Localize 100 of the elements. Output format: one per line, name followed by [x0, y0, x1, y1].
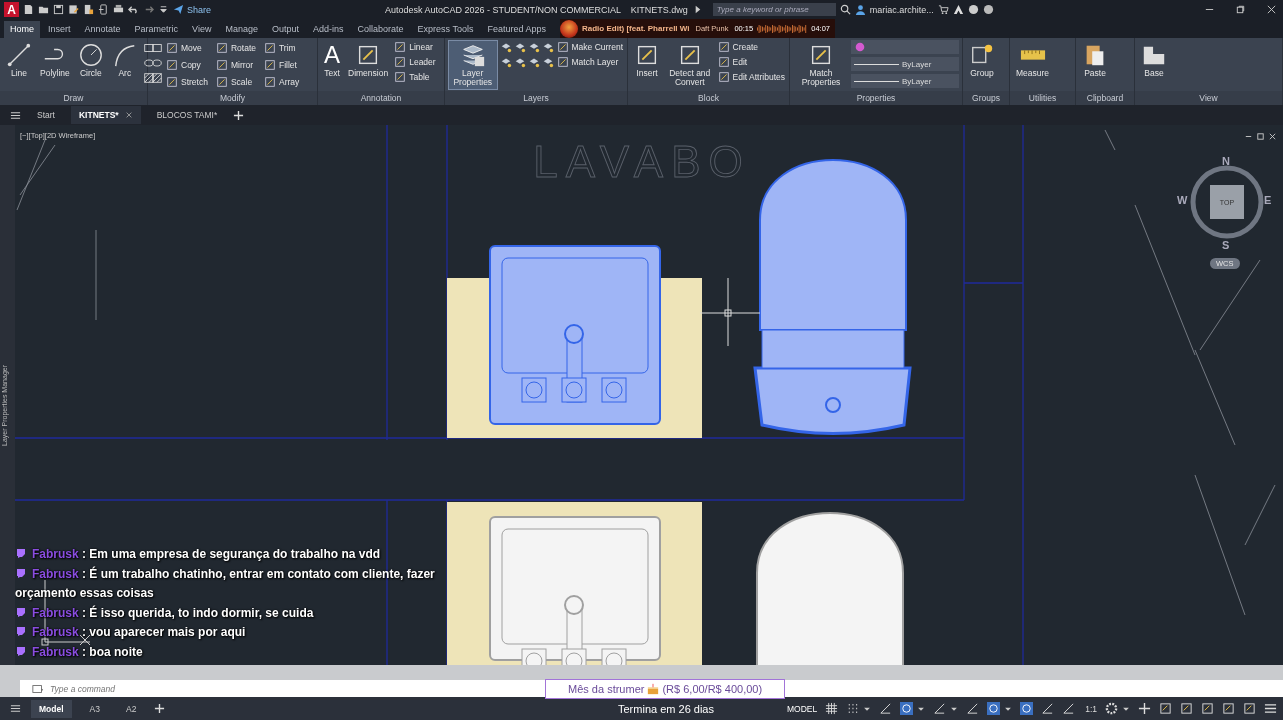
cart-icon[interactable] — [937, 4, 949, 15]
ribbon-tab[interactable]: View — [186, 21, 218, 38]
ribbon-tool-button[interactable]: Leader — [393, 55, 437, 69]
angle-icon[interactable] — [966, 702, 980, 715]
ribbon-tab[interactable]: Collaborate — [351, 21, 410, 38]
ribbon-tool-button[interactable]: Layer Properties — [448, 40, 498, 90]
rectangle-icon[interactable] — [142, 42, 155, 54]
ribbon-tab[interactable]: Featured Apps — [481, 21, 552, 38]
panel-title[interactable]: View — [1135, 91, 1282, 105]
grid-icon[interactable] — [825, 702, 839, 715]
document-tab[interactable]: BLOCOS TAMI* — [148, 106, 226, 124]
user-icon[interactable] — [854, 4, 866, 15]
layer-tool-icon[interactable] — [541, 41, 554, 53]
ribbon-tool-button[interactable]: Array — [263, 75, 301, 89]
ellipse-icon[interactable] — [151, 57, 163, 69]
ribbon-tab[interactable]: Manage — [219, 21, 264, 38]
ribbon-tool-button[interactable]: Match Layer — [555, 55, 620, 69]
layout-tab[interactable]: A2 — [117, 699, 145, 718]
ribbon-tab[interactable]: Output — [265, 21, 305, 38]
redo-icon[interactable] — [143, 4, 154, 15]
ribbon-tool-button[interactable]: Measure — [1013, 40, 1053, 81]
linetype-dropdown[interactable]: ByLayer — [851, 74, 959, 88]
rectangle-icon[interactable] — [151, 42, 163, 54]
restore-icon[interactable] — [1256, 132, 1265, 141]
ribbon-tab[interactable]: Parametric — [128, 21, 185, 38]
document-tab[interactable]: Start — [29, 106, 63, 124]
ribbon-tool-button[interactable]: Table — [393, 70, 431, 84]
panel-title[interactable]: Groups — [963, 91, 1009, 105]
open-folder-icon[interactable] — [38, 4, 49, 15]
ribbon-tool-button[interactable]: Rotate — [214, 41, 257, 55]
ribbon-tool-button[interactable]: Stretch — [165, 75, 209, 89]
layer-tool-icon[interactable] — [513, 41, 526, 53]
object-snap-icon[interactable] — [987, 702, 1001, 715]
ribbon-tool-button[interactable]: Group — [966, 40, 998, 81]
ribbon-tab[interactable]: Express Tools — [411, 21, 480, 38]
layout-tab[interactable]: Model — [31, 699, 72, 718]
settings-icon[interactable] — [1105, 702, 1118, 715]
share-button[interactable]: Share — [173, 4, 212, 15]
compass-direction[interactable]: S — [1222, 239, 1230, 251]
ribbon-tool-button[interactable]: Make Current — [555, 40, 624, 54]
ribbon-tool-button[interactable]: Polyline — [37, 40, 73, 81]
panel-title[interactable]: Utilities — [1010, 91, 1075, 105]
ribbon-tab[interactable]: Add-ins — [307, 21, 350, 38]
menu-icon[interactable] — [10, 109, 21, 121]
ribbon-tool-button[interactable]: Detect and Convert — [665, 40, 715, 90]
ribbon-tool-button[interactable]: Move — [165, 41, 203, 55]
layer-tool-icon[interactable] — [499, 41, 512, 53]
close-icon[interactable] — [1268, 132, 1277, 141]
document-tab[interactable]: KITNETS* — [70, 106, 141, 124]
layer-tool-icon[interactable] — [499, 56, 512, 68]
toilet-drawing[interactable] — [756, 512, 904, 665]
share-file-icon[interactable] — [98, 4, 109, 15]
search-field[interactable]: Type a keyword or phrase — [712, 3, 836, 16]
ribbon-tool-button[interactable]: Fillet — [263, 58, 298, 72]
panel-title[interactable]: Modify — [148, 91, 317, 105]
compass-direction[interactable]: N — [1222, 155, 1230, 167]
app-logo[interactable]: A — [4, 2, 19, 17]
layer-tool-icon[interactable] — [541, 56, 554, 68]
ribbon-tool-button[interactable]: Copy — [165, 58, 202, 72]
panel-title[interactable]: Block — [628, 91, 789, 105]
ribbon-tool-button[interactable]: Paste — [1079, 40, 1111, 81]
polar-icon[interactable] — [900, 702, 914, 715]
ellipse-icon[interactable] — [142, 57, 155, 69]
undo-icon[interactable] — [128, 4, 139, 15]
layout-tab[interactable]: A3 — [81, 699, 108, 718]
dot-grid-icon[interactable] — [846, 702, 860, 715]
ribbon-tool-button[interactable]: Scale — [214, 75, 254, 89]
menu-icon[interactable] — [10, 703, 21, 714]
panel-title[interactable]: Properties — [790, 91, 962, 105]
publish-icon[interactable] — [83, 4, 94, 15]
plus-icon[interactable] — [1138, 702, 1151, 715]
ribbon-tab[interactable]: Annotate — [78, 21, 127, 38]
compass-direction[interactable]: W — [1177, 194, 1188, 206]
model-space-toggle[interactable]: MODEL — [786, 703, 818, 714]
annotation-scale[interactable]: 1:1 — [1085, 703, 1097, 714]
ribbon-tool-button[interactable]: Base — [1138, 40, 1170, 81]
ribbon-tool-button[interactable]: Dimension — [345, 40, 392, 81]
plus-icon[interactable] — [233, 109, 245, 121]
linetype-dropdown[interactable]: ByLayer — [851, 57, 959, 71]
restore-icon[interactable] — [1235, 4, 1246, 15]
hatch-icon[interactable] — [142, 72, 155, 84]
layer-tool-icon[interactable] — [527, 56, 540, 68]
customize-icon[interactable] — [158, 4, 169, 15]
color-dropdown[interactable] — [851, 40, 959, 54]
sink-drawing[interactable] — [489, 245, 661, 425]
ribbon-tool-button[interactable]: Arc — [108, 40, 141, 81]
layer-tool-icon[interactable] — [513, 56, 526, 68]
panel-title[interactable]: Annotation — [318, 91, 444, 105]
ribbon-tool-button[interactable]: Mirror — [214, 58, 255, 72]
ribbon-tool-button[interactable]: Linear — [393, 40, 434, 54]
panel-title[interactable]: Clipboard — [1076, 91, 1134, 105]
ribbon-tool-button[interactable]: Insert — [631, 40, 663, 81]
ribbon-tool-button[interactable]: Create — [716, 40, 760, 54]
hatch-icon[interactable] — [151, 72, 163, 84]
menu-icon[interactable] — [1264, 702, 1277, 715]
ribbon-tool-button[interactable]: Line — [3, 40, 35, 81]
save-icon[interactable] — [53, 4, 64, 15]
panel-title[interactable]: Layers — [445, 91, 627, 105]
compass-direction[interactable]: E — [1264, 194, 1272, 206]
ribbon-tool-button[interactable]: Circle — [74, 40, 107, 81]
